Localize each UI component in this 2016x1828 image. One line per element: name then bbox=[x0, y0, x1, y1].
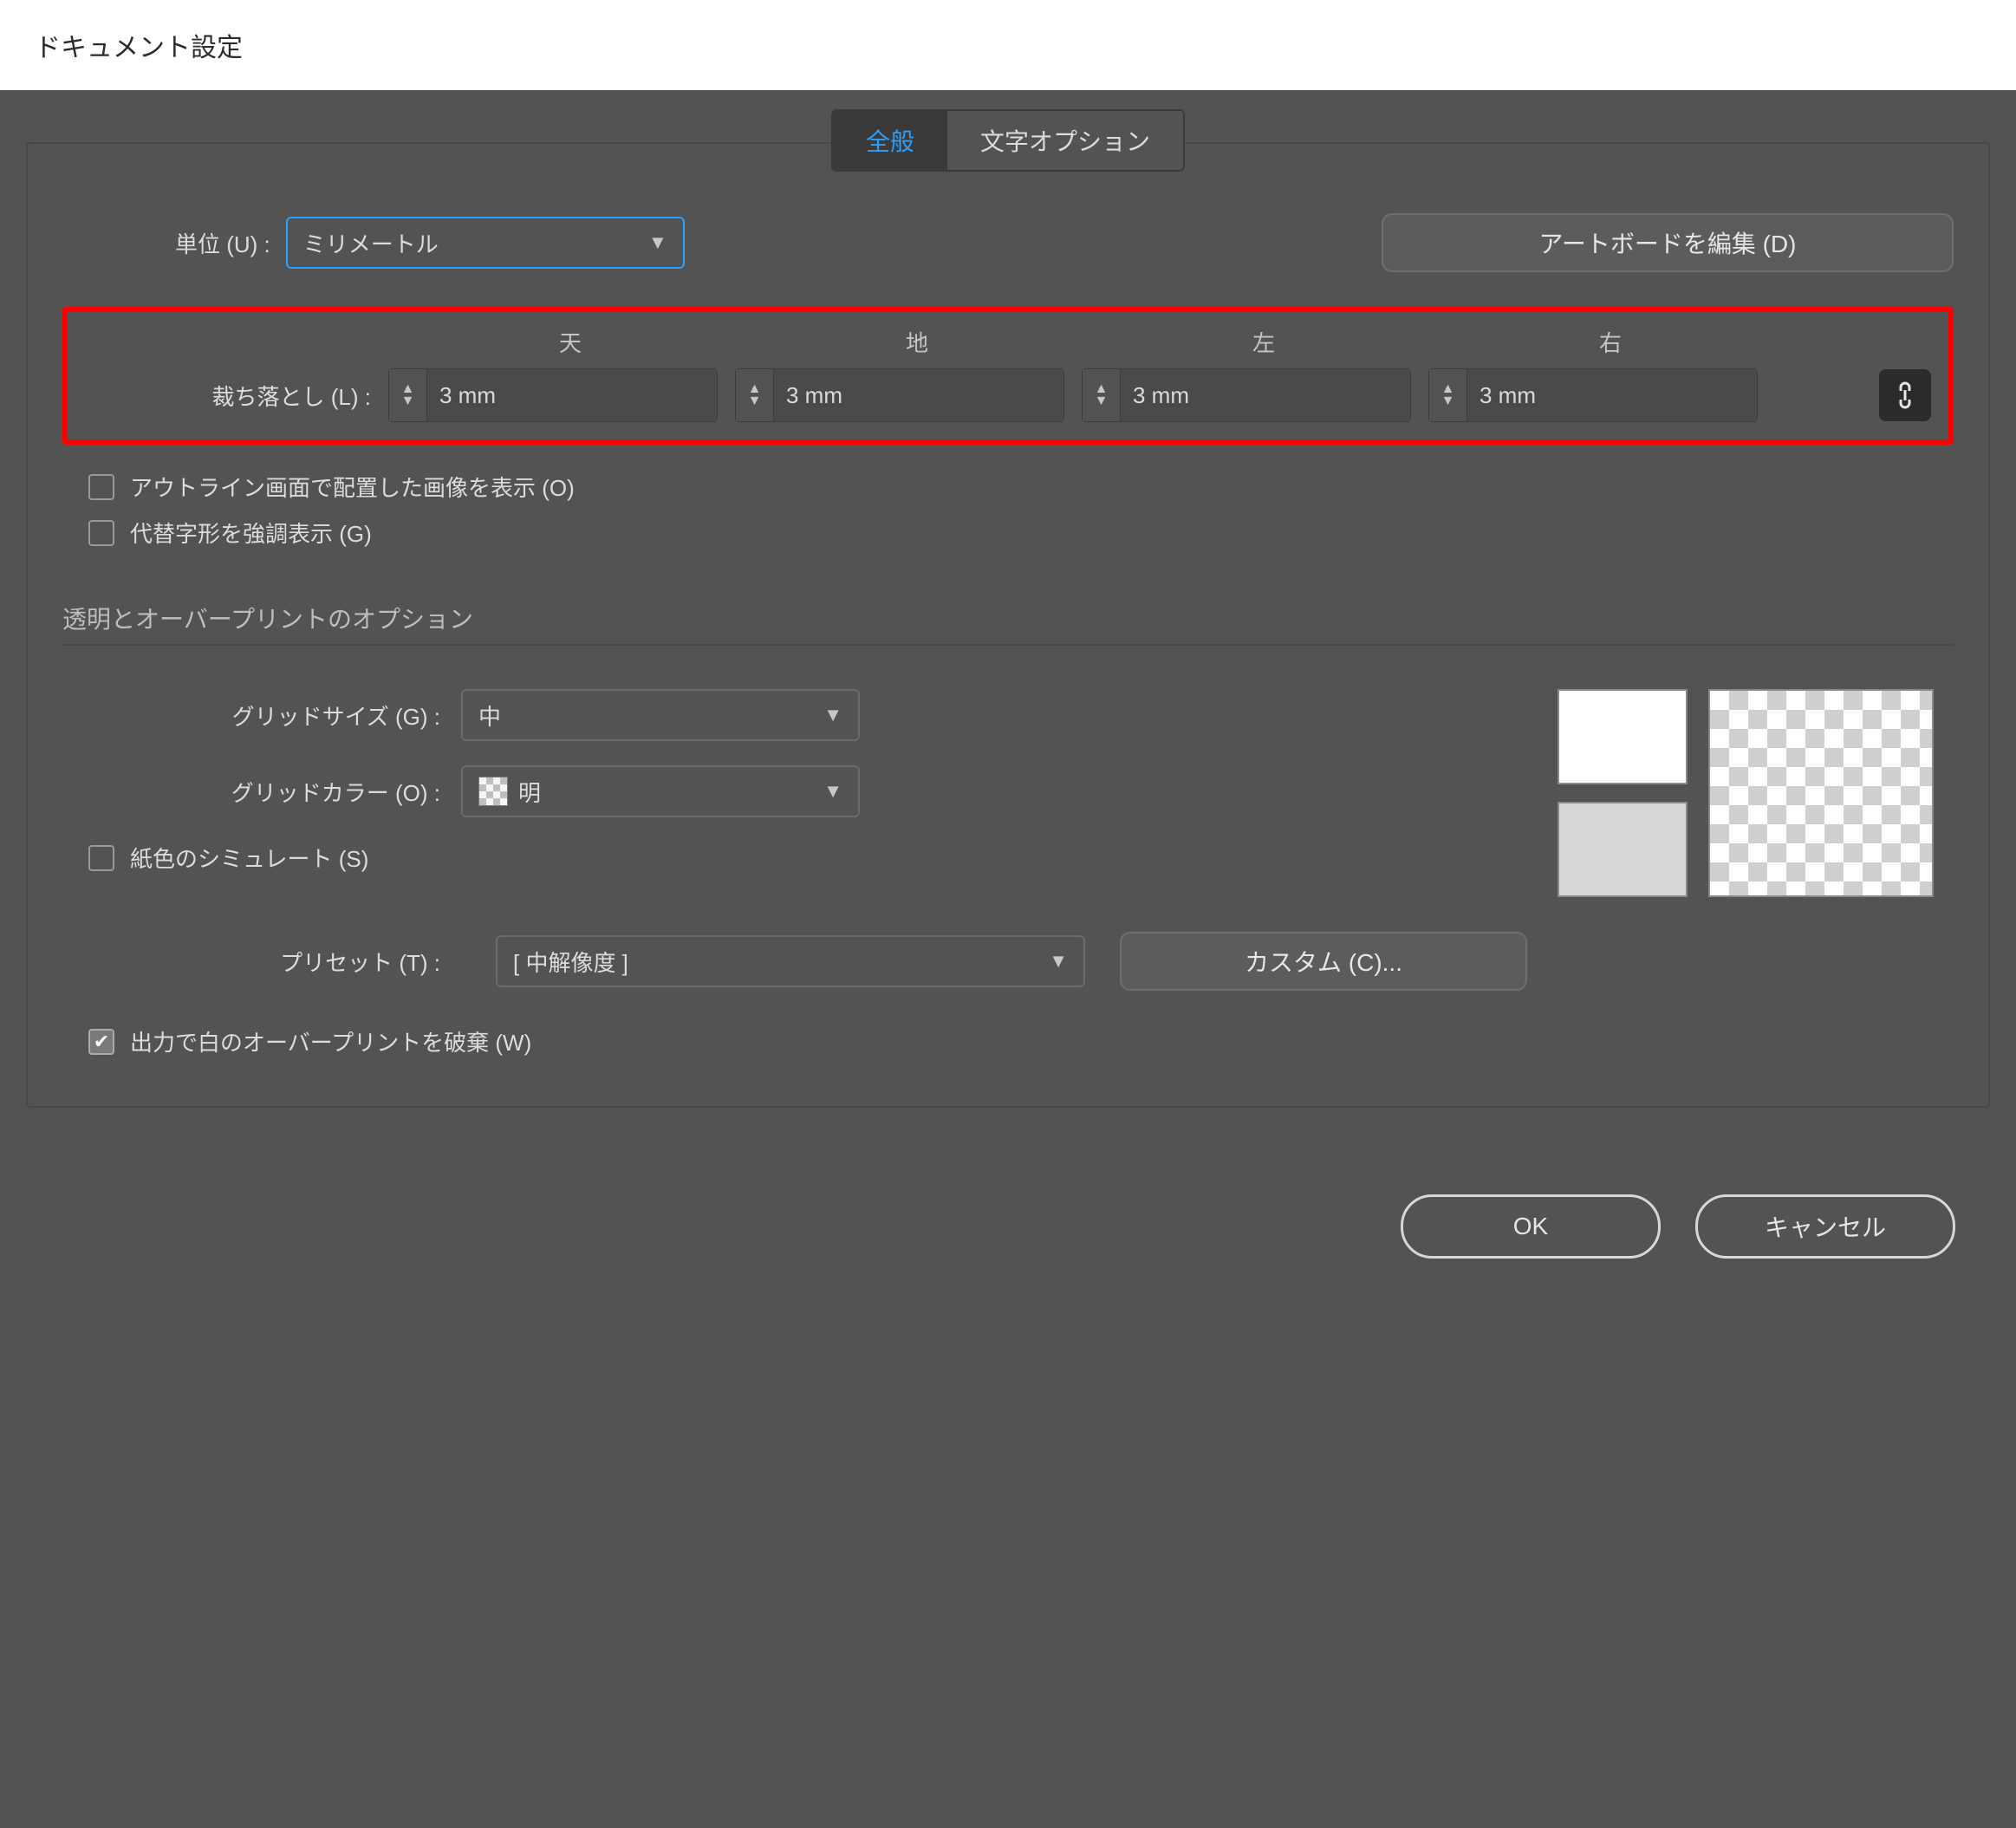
bleed-section: 天 地 左 右 裁ち落とし (L) : ▲▼ 3 mm ▲▼ 3 mm ▲▼ 3… bbox=[62, 307, 1954, 445]
discard-white-overprint-label: 出力で白のオーバープリントを破棄 (W) bbox=[130, 1025, 531, 1057]
grid-color-value: 明 bbox=[518, 776, 541, 808]
grid-size-select[interactable]: 中 ▼ bbox=[461, 689, 860, 741]
swatch-gray[interactable] bbox=[1558, 802, 1688, 897]
outline-images-checkbox[interactable] bbox=[88, 474, 114, 500]
discard-white-overprint-checkbox[interactable] bbox=[88, 1029, 114, 1055]
bleed-left-value: 3 mm bbox=[1121, 369, 1410, 421]
preset-select[interactable]: [ 中解像度 ] ▼ bbox=[496, 935, 1085, 987]
bleed-bottom-value: 3 mm bbox=[774, 369, 1063, 421]
bleed-top-value: 3 mm bbox=[427, 369, 717, 421]
bleed-right-value: 3 mm bbox=[1467, 369, 1757, 421]
dialog-body: 全般 文字オプション 単位 (U) : ミリメートル ▼ アートボードを編集 (… bbox=[0, 90, 2016, 1828]
stepper-arrows-icon[interactable]: ▲▼ bbox=[736, 369, 774, 421]
preset-label: プリセット (T) : bbox=[62, 946, 461, 978]
custom-button[interactable]: カスタム (C)... bbox=[1120, 932, 1527, 991]
edit-artboard-button[interactable]: アートボードを編集 (D) bbox=[1382, 213, 1954, 272]
section-divider bbox=[62, 644, 1954, 646]
bleed-top-input[interactable]: ▲▼ 3 mm bbox=[388, 368, 718, 422]
stepper-arrows-icon[interactable]: ▲▼ bbox=[1083, 369, 1121, 421]
stepper-arrows-icon[interactable]: ▲▼ bbox=[1429, 369, 1467, 421]
bleed-header-bottom: 地 bbox=[744, 326, 1090, 358]
settings-panel: 全般 文字オプション 単位 (U) : ミリメートル ▼ アートボードを編集 (… bbox=[26, 142, 1990, 1108]
transparency-section-title: 透明とオーバープリントのオプション bbox=[62, 601, 1954, 635]
color-preview bbox=[1558, 689, 1934, 897]
dialog-title: ドキュメント設定 bbox=[0, 0, 2016, 90]
link-values-button[interactable] bbox=[1879, 369, 1931, 421]
bleed-label: 裁ち落とし (L) : bbox=[85, 380, 388, 412]
bleed-bottom-input[interactable]: ▲▼ 3 mm bbox=[735, 368, 1064, 422]
checker-preview bbox=[1708, 689, 1934, 897]
bleed-left-input[interactable]: ▲▼ 3 mm bbox=[1082, 368, 1411, 422]
grid-size-value: 中 bbox=[478, 699, 501, 732]
tab-text-options[interactable]: 文字オプション bbox=[947, 111, 1183, 170]
grid-color-select[interactable]: 明 ▼ bbox=[461, 765, 860, 817]
units-select[interactable]: ミリメートル ▼ bbox=[286, 217, 685, 269]
checker-icon bbox=[478, 777, 508, 806]
bleed-header-right: 右 bbox=[1437, 326, 1784, 358]
bleed-right-input[interactable]: ▲▼ 3 mm bbox=[1428, 368, 1758, 422]
simulate-paper-checkbox[interactable] bbox=[88, 845, 114, 871]
chevron-down-icon: ▼ bbox=[823, 704, 842, 726]
alt-glyphs-checkbox[interactable] bbox=[88, 520, 114, 546]
chevron-down-icon: ▼ bbox=[648, 231, 667, 254]
link-icon bbox=[1894, 381, 1916, 409]
chevron-down-icon: ▼ bbox=[823, 780, 842, 803]
cancel-button[interactable]: キャンセル bbox=[1695, 1194, 1955, 1259]
preset-value: [ 中解像度 ] bbox=[513, 946, 628, 978]
simulate-paper-label: 紙色のシミュレート (S) bbox=[130, 842, 368, 874]
swatch-white[interactable] bbox=[1558, 689, 1688, 784]
chevron-down-icon: ▼ bbox=[1049, 950, 1068, 973]
units-label: 単位 (U) : bbox=[175, 227, 286, 259]
grid-color-label: グリッドカラー (O) : bbox=[62, 776, 461, 808]
ok-button[interactable]: OK bbox=[1401, 1194, 1661, 1259]
bleed-header-left: 左 bbox=[1090, 326, 1437, 358]
tab-bar: 全般 文字オプション bbox=[831, 109, 1185, 172]
stepper-arrows-icon[interactable]: ▲▼ bbox=[389, 369, 427, 421]
grid-size-label: グリッドサイズ (G) : bbox=[62, 699, 461, 732]
tab-general[interactable]: 全般 bbox=[833, 111, 947, 170]
units-value: ミリメートル bbox=[303, 227, 439, 259]
outline-images-label: アウトライン画面で配置した画像を表示 (O) bbox=[130, 471, 575, 503]
bleed-header-top: 天 bbox=[397, 326, 744, 358]
alt-glyphs-label: 代替字形を強調表示 (G) bbox=[130, 517, 372, 549]
dialog-footer: OK キャンセル bbox=[26, 1194, 1990, 1259]
